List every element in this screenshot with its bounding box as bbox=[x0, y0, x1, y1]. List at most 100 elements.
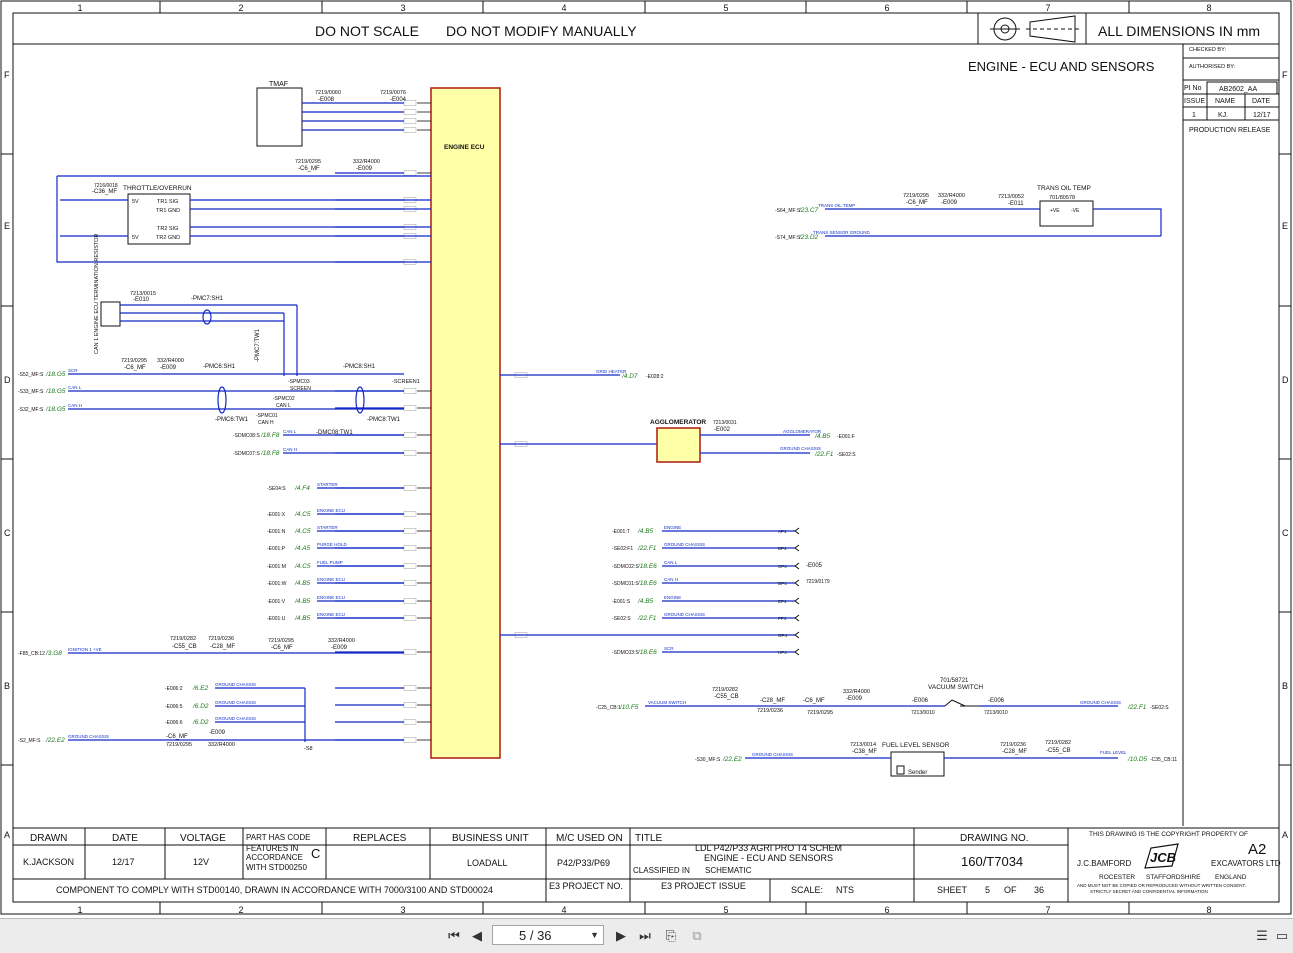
pin-label: DP4 bbox=[778, 581, 787, 586]
copy-icon[interactable]: ⧉ bbox=[688, 927, 706, 945]
sheet-label: SHEET bbox=[937, 885, 968, 895]
signal-ref: -E001:P bbox=[267, 546, 286, 552]
signal-label: CAN H bbox=[664, 577, 678, 582]
signal-ref: -E001:N bbox=[267, 529, 286, 535]
e009-ref-vac: -E009 bbox=[846, 696, 863, 702]
grid-row-left: E bbox=[4, 221, 10, 231]
sender-label: Sender bbox=[908, 770, 927, 776]
name-label: NAME bbox=[1215, 98, 1236, 105]
grid-row-left: F bbox=[4, 70, 10, 80]
left-signal-row: -E001:N/4.C5 STARTER bbox=[267, 525, 404, 535]
e3-project-label: E3 PROJECT NO. bbox=[549, 881, 623, 891]
of-label: OF bbox=[1004, 885, 1017, 895]
pin-label: HP4 bbox=[778, 650, 787, 655]
first-page-icon[interactable]: ⏮ bbox=[445, 927, 463, 945]
approval-panel: CHECKED BY: AUTHORISED BY: PI No AB2602_… bbox=[1182, 44, 1279, 826]
signal-label: ENGINE ECU bbox=[317, 577, 345, 582]
c6-ref-b: -C6_MF bbox=[271, 645, 293, 651]
signal-dest: /4.B5 bbox=[294, 598, 311, 605]
jcb-logo-text: JCB bbox=[1150, 850, 1176, 865]
right-signal-row: -SDMC02:S/18.E6 CAN L CP4 bbox=[612, 560, 800, 570]
e006-ref-a: -E006 bbox=[912, 698, 929, 704]
e001f-dest: /4.B5 bbox=[814, 433, 831, 440]
c28-ref-fuel: -C28_MF bbox=[1002, 749, 1027, 755]
rotate-icon[interactable]: ⎘ bbox=[662, 927, 680, 945]
signal-label: GROUND CHASSIS bbox=[215, 682, 256, 687]
signal-ref: -E006:6 bbox=[165, 720, 183, 726]
left-signal-row: -E006:2/6.E2 GROUND CHASSIS bbox=[165, 682, 305, 692]
signal-label: CAN H bbox=[283, 447, 297, 452]
title-line-1: LDL P42/P33 AGRI PRO T4 SCHEM bbox=[695, 843, 842, 853]
engine-ecu bbox=[430, 87, 501, 759]
c55-ref-fuel: -C55_CB bbox=[1046, 748, 1071, 754]
list-view-icon[interactable]: ☰ bbox=[1253, 927, 1271, 945]
e028-dest: /4.D7 bbox=[621, 373, 638, 380]
c28-ref-vac: -C28_MF bbox=[760, 698, 785, 704]
signal-ref: -E001:V bbox=[267, 599, 286, 605]
e028-label: GRID HEATER bbox=[596, 369, 627, 374]
company-2: EXCAVATORS LTD bbox=[1211, 859, 1281, 868]
right-signal-rows: -E001:T/4.B5 ENGINE AP4 -SE02:F1/22.F1 GROUN… bbox=[612, 525, 800, 656]
right-signal-row: -E001:S/4.B5 ENGINE EP4 bbox=[612, 595, 800, 605]
pmc8-sh1: -PMC8:SH1 bbox=[343, 364, 376, 370]
right-signal-row: -SDMC01:S/18.E6 CAN H DP4 bbox=[612, 577, 800, 587]
c6-ref-trans: -C6_MF bbox=[906, 200, 928, 206]
signal-label: ENGINE ECU bbox=[317, 612, 345, 617]
grid-col-bottom: 4 bbox=[561, 905, 566, 915]
do-not-modify: DO NOT MODIFY MANUALLY bbox=[446, 23, 637, 39]
e004-part: 7219/0076 bbox=[380, 90, 406, 96]
s8-ref: -S8 bbox=[304, 746, 313, 752]
tb-date-value: 12/17 bbox=[112, 857, 135, 867]
drawing-sheet: 1 1 2 2 3 3 4 4 5 5 6 6 7 7 8 8 F F E E D D C C B B A A DO NOT SCA… bbox=[0, 0, 1293, 918]
pmc7-tw1: -PMC7:TW1 bbox=[255, 328, 261, 362]
vacuum-label: VACUUM SWITCH bbox=[928, 684, 983, 691]
scale-value: NTS bbox=[836, 885, 854, 895]
pmc7-sh1: -PMC7:SH1 bbox=[191, 296, 224, 302]
grid-col-top: 5 bbox=[723, 3, 728, 13]
signal-ref: -SDMC01:S bbox=[612, 581, 639, 587]
pin-label: GP4 bbox=[778, 633, 788, 638]
drawing-no-label: DRAWING NO. bbox=[960, 833, 1029, 844]
left-signal-row: -E001:X/4.C5 ENGINE ECU bbox=[267, 508, 404, 518]
company-1: J.C.BAMFORD bbox=[1077, 859, 1131, 868]
page-view-icon[interactable]: ▭ bbox=[1273, 927, 1291, 945]
v5-bottom: 5V bbox=[132, 235, 139, 241]
signal-ref: -E006:2 bbox=[165, 686, 183, 692]
ve-plus: +VE bbox=[1050, 208, 1060, 214]
do-not-scale: DO NOT SCALE bbox=[315, 23, 419, 39]
prev-page-icon[interactable]: ◀ bbox=[468, 927, 486, 945]
part-code-letter: C bbox=[311, 846, 320, 861]
vac-dest: /22.F1 bbox=[1127, 704, 1147, 711]
c35-label: FUEL LEVEL bbox=[1100, 750, 1127, 755]
c6-part-top: 7219/0295 bbox=[295, 159, 321, 165]
spmc01: -SPMC01 bbox=[256, 413, 278, 419]
pin-label: FP4 bbox=[778, 616, 787, 621]
next-page-icon[interactable]: ▶ bbox=[612, 927, 630, 945]
tb-date-label: DATE bbox=[112, 833, 138, 844]
signal-label: GROUND CHASSIS bbox=[215, 700, 256, 705]
c6-part-b: 7219/0295 bbox=[268, 638, 294, 644]
signal-ref: -S32_MF:S bbox=[18, 407, 44, 413]
business-value: LOADALL bbox=[467, 858, 508, 868]
signal-label: PURGE HOLD bbox=[317, 542, 348, 547]
voltage-label: VOLTAGE bbox=[180, 833, 226, 844]
agg-ref: -E002 bbox=[714, 427, 731, 433]
part-code-4: WITH STD00250 bbox=[246, 863, 307, 872]
c55-part: 7219/0282 bbox=[170, 636, 196, 642]
classified-label: CLASSIFIED IN bbox=[633, 866, 690, 875]
last-page-icon[interactable]: ⏭ bbox=[636, 927, 654, 945]
se02s-dest: /22.F1 bbox=[814, 451, 834, 458]
e005-part: 7219/0179 bbox=[806, 579, 830, 585]
title-line-2: ENGINE - ECU AND SENSORS bbox=[704, 853, 833, 863]
c25-dest: /10.F5 bbox=[619, 704, 639, 711]
left-signal-row: -SDMC07:S/18.F8CAN H bbox=[233, 447, 404, 457]
sheet-value: 5 bbox=[985, 885, 990, 895]
drawn-label: DRAWN bbox=[30, 833, 67, 844]
page-number-select[interactable]: 5 / 36 ▼ bbox=[492, 925, 604, 945]
grid-column-labels: 1 1 2 2 3 3 4 4 5 5 6 6 7 7 8 8 bbox=[77, 1, 1212, 915]
can-l-label: CAN L bbox=[276, 403, 291, 409]
signal-ref: -E001:W bbox=[267, 581, 287, 587]
signal-dest: /6.E2 bbox=[192, 685, 209, 692]
signal-ref: -E001:T bbox=[612, 529, 630, 535]
can-h-label: CAN H bbox=[258, 420, 274, 426]
